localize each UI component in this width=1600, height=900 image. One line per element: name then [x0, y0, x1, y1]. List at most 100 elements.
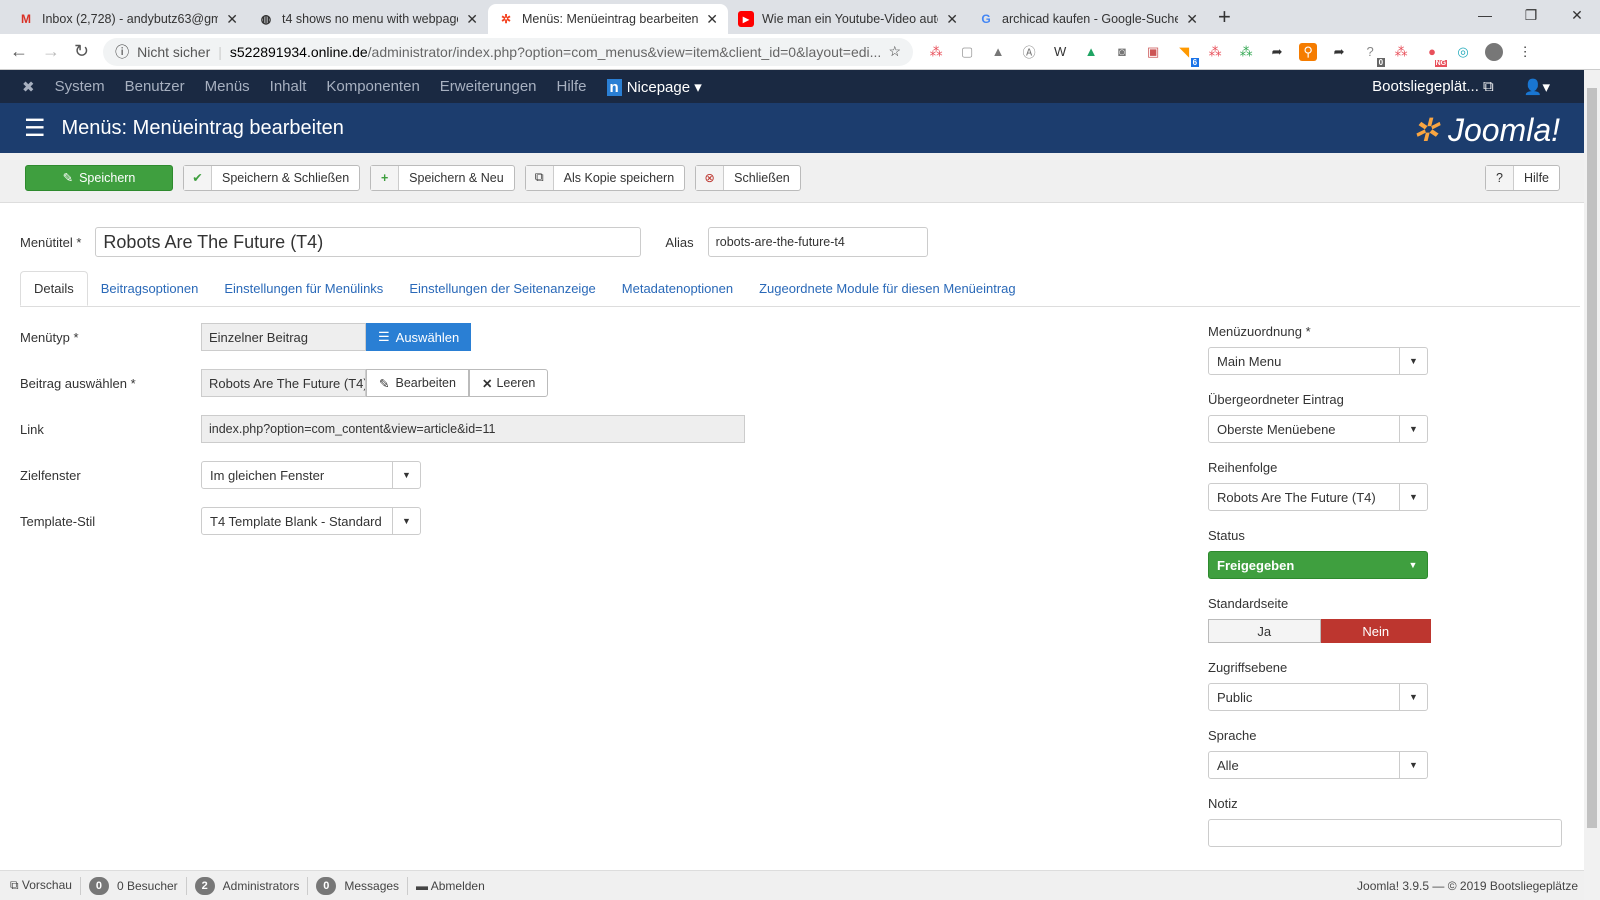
ng-icon[interactable]: ● NG: [1423, 43, 1448, 67]
image-icon[interactable]: ▲: [989, 43, 1007, 61]
nav-menus[interactable]: Menüs: [205, 78, 250, 95]
browser-tab-t4[interactable]: ◍ t4 shows no menu with webpage ✕: [248, 4, 488, 34]
scrollbar-thumb[interactable]: [1587, 88, 1597, 828]
user-menu-icon[interactable]: 👤▾: [1524, 78, 1550, 96]
caret-down-icon: ▼: [1399, 484, 1427, 510]
template-select[interactable]: T4 Template Blank - Standard ▼: [201, 507, 421, 535]
close-window-button[interactable]: ✕: [1554, 0, 1600, 30]
gmail-icon: M: [21, 12, 31, 26]
nav-users[interactable]: Benutzer: [125, 78, 185, 95]
note-input[interactable]: [1208, 819, 1562, 847]
drive-icon[interactable]: ▲: [1082, 43, 1100, 61]
profile-avatar[interactable]: [1485, 42, 1504, 61]
info-icon[interactable]: ⓘ: [115, 42, 129, 62]
select-menutype-button[interactable]: ☰ Auswählen: [366, 323, 472, 351]
close-tab-icon[interactable]: ✕: [946, 11, 958, 28]
menu-select[interactable]: Main Menu ▼: [1208, 347, 1428, 375]
status-label: Status: [1208, 528, 1245, 543]
preview-link[interactable]: ⧉ Vorschau: [10, 878, 72, 893]
web-icon[interactable]: ◎: [1454, 43, 1472, 61]
nav-system[interactable]: System: [55, 78, 105, 95]
browser-tab-joomla[interactable]: ✲ Menüs: Menüeintrag bearbeiten ✕: [488, 4, 728, 34]
wikipedia-icon[interactable]: W: [1051, 43, 1069, 61]
nav-content[interactable]: Inhalt: [270, 78, 307, 95]
close-tab-icon[interactable]: ✕: [1186, 11, 1198, 28]
new-tab-button[interactable]: +: [1218, 4, 1231, 30]
browser-tab-google[interactable]: Garchicad kaufen - Google-Suche ✕: [968, 4, 1208, 34]
tab-link-settings[interactable]: Einstellungen für Menülinks: [211, 271, 396, 306]
help-button[interactable]: ? Hilfe: [1484, 164, 1560, 191]
save-button[interactable]: ✎ Speichern: [25, 164, 173, 191]
asana-icon[interactable]: ⁂: [1206, 43, 1224, 61]
colorful-icon[interactable]: ⁂: [1237, 43, 1255, 61]
share-arrow-icon[interactable]: ➦: [1330, 43, 1348, 61]
browser-tab-gmail[interactable]: M Inbox (2,728) - andybutz63@gmail.com ✕: [8, 4, 248, 34]
minimize-button[interactable]: —: [1462, 0, 1508, 30]
rss-icon[interactable]: ◥ 6: [1175, 43, 1200, 67]
tab-metadata[interactable]: Metadatenoptionen: [609, 271, 746, 306]
close-label: Schließen: [734, 170, 790, 185]
joomla-menu-icon[interactable]: ✖: [22, 78, 35, 96]
link-value: index.php?option=com_content&view=articl…: [201, 415, 745, 443]
article-label: Beitrag auswählen *: [20, 375, 136, 391]
copy-icon: ⧉: [525, 165, 554, 190]
page-scrollbar[interactable]: [1584, 70, 1600, 900]
target-select[interactable]: Im gleichen Fenster ▼: [201, 461, 421, 489]
home-no-toggle[interactable]: Nein: [1320, 619, 1431, 643]
hubspot-icon[interactable]: ⚲: [1299, 42, 1318, 61]
forward-icon[interactable]: →: [42, 41, 60, 62]
parent-select[interactable]: Oberste Menüebene ▼: [1208, 415, 1428, 443]
tab-modules[interactable]: Zugeordnete Module für diesen Menüeintra…: [746, 271, 1029, 306]
nav-extensions[interactable]: Erweiterungen: [440, 78, 537, 95]
pdf-icon[interactable]: ▣: [1144, 43, 1162, 61]
order-select[interactable]: Robots Are The Future (T4) ▼: [1208, 483, 1428, 511]
edit-icon: ✎: [379, 376, 390, 391]
title-input[interactable]: Robots Are The Future (T4): [95, 227, 642, 257]
nav-help[interactable]: Hilfe: [557, 78, 587, 95]
site-name: Bootsliegeplät...: [1372, 77, 1479, 95]
share-arrow-icon[interactable]: ➦: [1268, 43, 1286, 61]
close-tab-icon[interactable]: ✕: [226, 11, 238, 28]
extension-icon[interactable]: ▢: [958, 43, 976, 61]
sidebar-fields: Menüzuordnung * Main Menu ▼ Übergeordneter…: [1208, 324, 1572, 864]
close-button[interactable]: ⊗ Schließen: [695, 164, 801, 191]
reload-icon[interactable]: ↻: [74, 41, 89, 62]
nav-nicepage[interactable]: n Nicepage ▾: [606, 78, 702, 96]
edit-article-button[interactable]: ✎ Bearbeiten: [366, 369, 469, 397]
asana-icon[interactable]: ⁂: [927, 43, 945, 61]
save-new-button[interactable]: + Speichern & Neu: [370, 164, 515, 191]
help-extension-icon[interactable]: ? 0: [1361, 43, 1386, 67]
home-yes-toggle[interactable]: Ja: [1208, 619, 1321, 643]
chrome-menu-icon[interactable]: ⋮: [1516, 43, 1534, 61]
status-bar: ⧉ Vorschau 0 0 Besucher 2 Administrators 0…: [0, 870, 1588, 900]
nav-components[interactable]: Komponenten: [326, 78, 419, 95]
access-select[interactable]: Public ▼: [1208, 683, 1428, 711]
alias-input[interactable]: robots-are-the-future-t4: [707, 227, 928, 257]
admins-link[interactable]: Administrators: [223, 879, 300, 893]
tab-article-options[interactable]: Beitragsoptionen: [88, 271, 212, 306]
caret-down-icon: ▼: [392, 462, 420, 488]
clear-article-button[interactable]: ✕ Leeren: [468, 369, 549, 397]
page-title: Menüs: Menüeintrag bearbeiten: [61, 116, 344, 139]
logout-link[interactable]: ▬ Abmelden: [416, 879, 485, 893]
tab-details[interactable]: Details: [20, 271, 88, 306]
save-copy-button[interactable]: ⧉ Als Kopie speichern: [524, 164, 686, 191]
status-select[interactable]: Freigegeben ▼: [1208, 551, 1428, 579]
tab-page-display[interactable]: Einstellungen der Seitenanzeige: [396, 271, 608, 306]
a-icon[interactable]: Ⓐ: [1020, 43, 1038, 61]
messages-link[interactable]: Messages: [344, 879, 399, 893]
article-value: Robots Are The Future (T4): [201, 369, 366, 397]
url-input[interactable]: ⓘ Nicht sicher | s522891934.online.de/ad…: [103, 37, 914, 66]
close-tab-icon[interactable]: ✕: [706, 11, 718, 28]
site-link[interactable]: Bootsliegeplät... ⧉: [1372, 78, 1494, 96]
camera-icon[interactable]: ◙: [1113, 43, 1131, 61]
save-close-button[interactable]: ✔ Speichern & Schließen: [183, 164, 361, 191]
cancel-icon: ⊗: [696, 165, 725, 190]
restore-button[interactable]: ❐: [1508, 0, 1554, 30]
close-tab-icon[interactable]: ✕: [466, 11, 478, 28]
asana-icon[interactable]: ⁂: [1392, 43, 1410, 61]
browser-tab-youtube[interactable]: ▶ Wie man ein Youtube-Video automatisch ✕: [728, 4, 968, 34]
language-select[interactable]: Alle ▼: [1208, 751, 1428, 779]
bookmark-star-icon[interactable]: ☆: [889, 43, 902, 60]
back-icon[interactable]: ←: [10, 41, 28, 62]
